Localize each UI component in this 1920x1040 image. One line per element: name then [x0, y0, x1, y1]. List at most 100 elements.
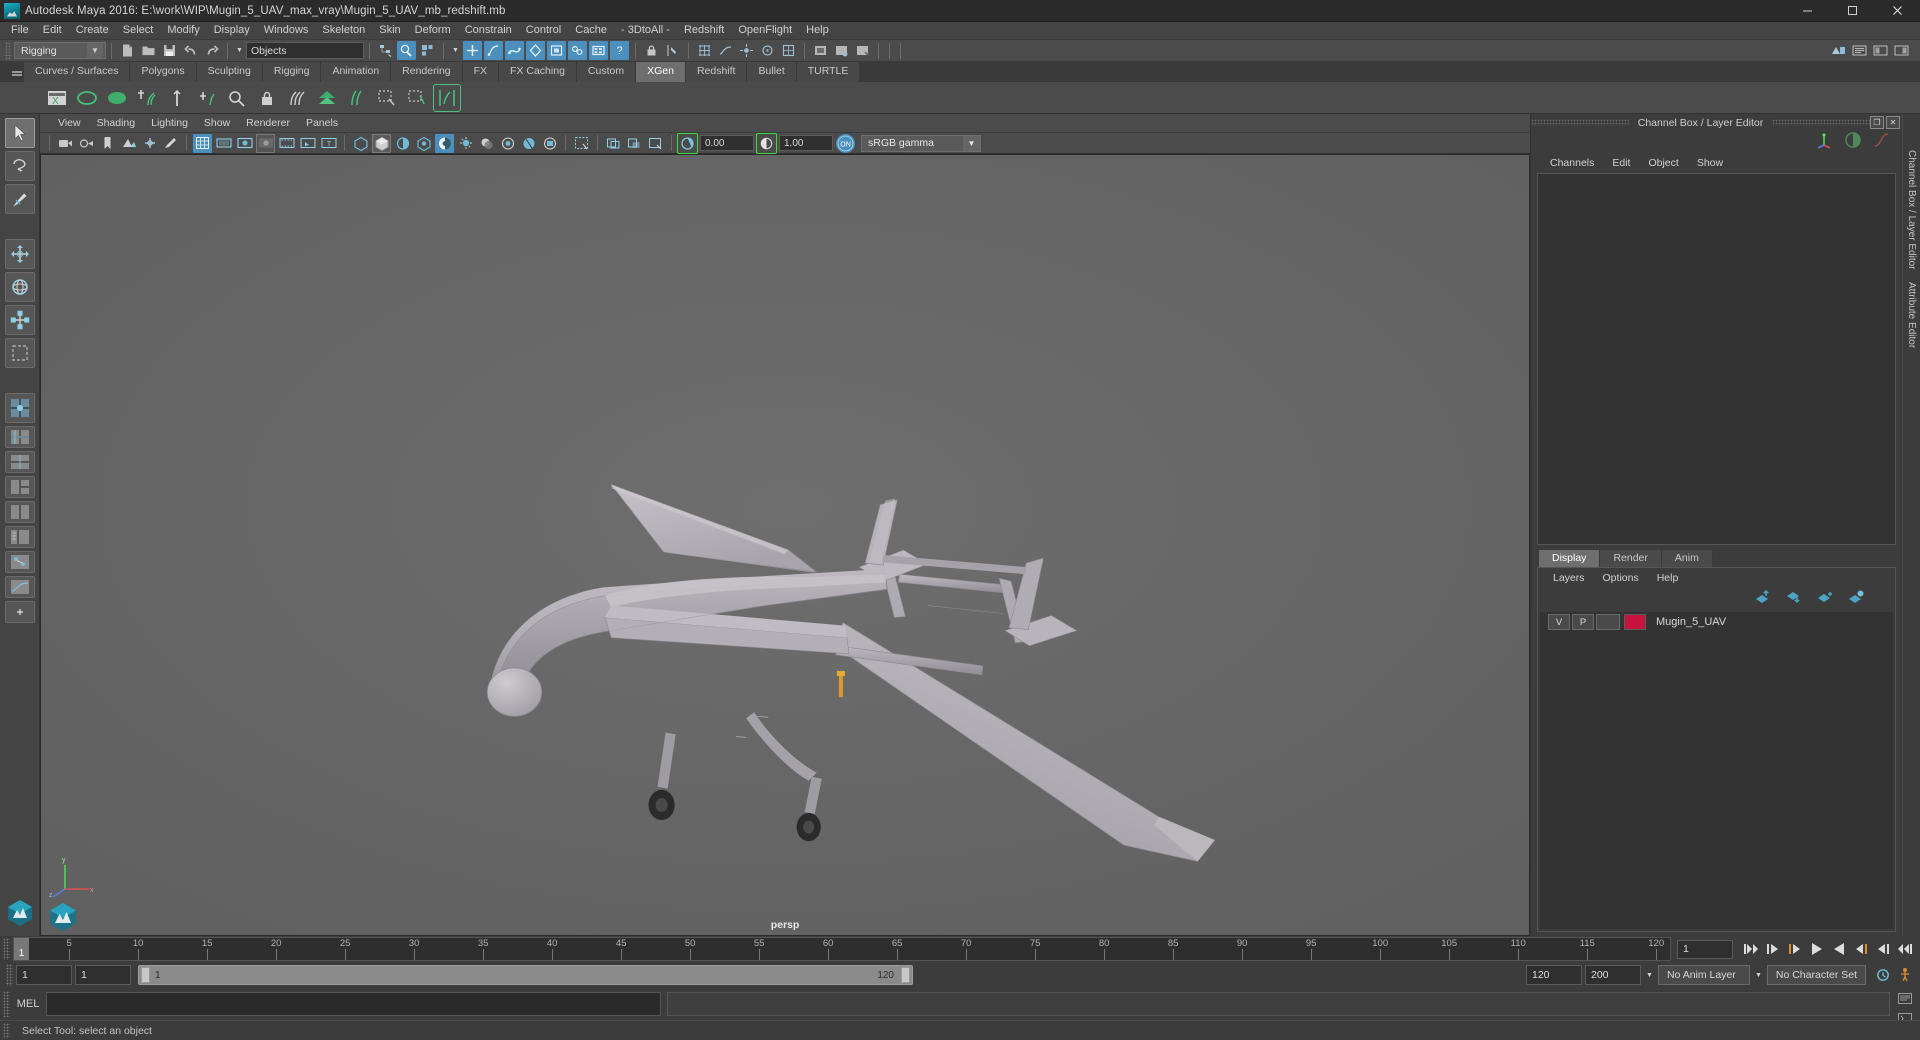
shelf-tab-custom[interactable]: Custom — [576, 62, 637, 82]
xgen-add-hair-icon[interactable] — [134, 85, 160, 111]
command-input[interactable] — [46, 992, 661, 1016]
step-forward-keyframe-button[interactable] — [1873, 940, 1892, 959]
render-current-frame-icon[interactable] — [811, 41, 830, 60]
wireframe-shading-icon[interactable] — [351, 134, 370, 153]
menu-modify[interactable]: Modify — [160, 22, 206, 39]
step-forward-frame-button[interactable] — [1851, 940, 1870, 959]
shelf-tab-polygons[interactable]: Polygons — [130, 62, 197, 82]
deformation-mask-icon[interactable] — [525, 41, 545, 60]
select-by-component-type-icon[interactable] — [418, 41, 437, 60]
go-to-end-button[interactable] — [1895, 940, 1914, 959]
layer-tab-anim[interactable]: Anim — [1661, 550, 1713, 567]
help-line-grip[interactable] — [3, 1022, 10, 1039]
menu-redshift[interactable]: Redshift — [677, 22, 731, 39]
curve-mask-icon[interactable] — [483, 41, 503, 60]
step-back-keyframe-button[interactable] — [1763, 940, 1782, 959]
layer-shading-toggle[interactable] — [1596, 614, 1620, 630]
viewport-menu-shading[interactable]: Shading — [89, 116, 144, 130]
layout-two-split-button[interactable] — [4, 451, 35, 473]
xgen-sculpt-guide-icon[interactable] — [224, 85, 250, 111]
snap-point-icon[interactable] — [737, 41, 756, 60]
layer-tab-render[interactable]: Render — [1600, 550, 1662, 567]
move-tool-button[interactable] — [4, 239, 35, 269]
xgen-guide-icon[interactable] — [164, 85, 190, 111]
shelf-tab-fx-caching[interactable]: FX Caching — [499, 62, 577, 82]
maya-help-logo-icon[interactable] — [3, 896, 37, 930]
current-time-indicator[interactable]: 1 — [14, 938, 29, 960]
bookmark-icon[interactable] — [98, 134, 117, 153]
snap-curve-icon[interactable] — [716, 41, 735, 60]
dynamics-mask-icon[interactable] — [546, 41, 566, 60]
highlight-selection-icon[interactable] — [663, 41, 682, 60]
layer-tab-display[interactable]: Display — [1539, 550, 1601, 567]
misc-mask-icon[interactable] — [588, 41, 608, 60]
menu-help[interactable]: Help — [799, 22, 836, 39]
use-all-lights-icon[interactable] — [456, 134, 475, 153]
xgen-comb-icon[interactable] — [284, 85, 310, 111]
selection-mask-chevron-icon[interactable]: ▼ — [236, 47, 243, 54]
anim-layer-dropdown[interactable]: No Anim Layer — [1657, 965, 1750, 985]
character-set-dropdown[interactable]: No Character Set — [1766, 965, 1866, 985]
selection-mask-input[interactable] — [245, 42, 364, 59]
menu-select[interactable]: Select — [116, 22, 161, 39]
open-scene-icon[interactable] — [139, 41, 158, 60]
menu-cache[interactable]: Cache — [568, 22, 614, 39]
current-frame-field[interactable] — [1677, 939, 1733, 959]
layout-hypergraph-persp-button[interactable] — [4, 551, 35, 573]
menu-skin[interactable]: Skin — [372, 22, 407, 39]
range-end-handle[interactable] — [901, 967, 910, 983]
toggle-resolution-gate-icon[interactable] — [235, 134, 254, 153]
channel-box-list[interactable] — [1537, 173, 1896, 545]
show-hide-channel-box-icon[interactable] — [1892, 41, 1911, 60]
speed-toggle-icon[interactable] — [1844, 131, 1862, 154]
move-layer-up-icon[interactable] — [1755, 589, 1772, 609]
xgen-clump-icon[interactable] — [344, 85, 370, 111]
menu-constrain[interactable]: Constrain — [458, 22, 519, 39]
motion-blur-icon[interactable] — [519, 134, 538, 153]
status-line-grip[interactable] — [5, 41, 11, 60]
manipulator-axis-icon[interactable] — [1814, 131, 1834, 154]
xray-joints-icon[interactable] — [625, 134, 644, 153]
viewport-menu-view[interactable]: View — [50, 116, 89, 130]
snap-view-plane-icon[interactable] — [779, 41, 798, 60]
exposure-icon[interactable] — [677, 132, 698, 154]
command-language-label[interactable]: MEL — [10, 998, 46, 1010]
xgen-preview-icon[interactable] — [433, 83, 461, 112]
more-layouts-button[interactable] — [4, 601, 35, 623]
layer-menu-help[interactable]: Help — [1648, 571, 1688, 585]
menu-deform[interactable]: Deform — [408, 22, 458, 39]
shelf-tab-curves-surfaces[interactable]: Curves / Surfaces — [24, 62, 131, 82]
menu-openflight[interactable]: OpenFlight — [731, 22, 799, 39]
image-plane-icon[interactable] — [119, 134, 138, 153]
shadows-icon[interactable] — [477, 134, 496, 153]
xray-active-components-icon[interactable] — [646, 134, 665, 153]
channelbox-menu-show[interactable]: Show — [1688, 156, 1732, 170]
grease-pencil-icon[interactable] — [161, 134, 180, 153]
open-script-editor-icon[interactable] — [1898, 991, 1912, 1009]
isolate-select-icon[interactable] — [572, 134, 591, 153]
camera-attributes-icon[interactable] — [77, 134, 96, 153]
time-slider[interactable]: 1 5 10 15 20 25 30 35 40 45 50 55 60 65 70 75 80 85 90 95 1… — [13, 937, 1671, 961]
time-slider-grip[interactable] — [3, 938, 10, 960]
gamma-icon[interactable] — [756, 132, 777, 154]
move-layer-down-icon[interactable] — [1786, 590, 1803, 609]
layout-four-view-button[interactable] — [4, 426, 35, 448]
show-hide-tool-settings-icon[interactable] — [1871, 41, 1890, 60]
help-mask-icon[interactable]: ? — [609, 41, 629, 60]
shelf-tab-rigging[interactable]: Rigging — [262, 62, 322, 82]
animation-end-field[interactable] — [1585, 965, 1641, 985]
command-line-grip[interactable] — [3, 991, 10, 1017]
lasso-tool-button[interactable] — [4, 151, 35, 181]
menu-control[interactable]: Control — [519, 22, 568, 39]
viewport-menu-renderer[interactable]: Renderer — [238, 116, 298, 130]
play-forwards-button[interactable] — [1829, 940, 1848, 959]
shelf-tab-animation[interactable]: Animation — [321, 62, 392, 82]
perspective-viewport[interactable]: y x z persp — [40, 154, 1530, 936]
vertical-tab-attribute-editor[interactable]: Attribute Editor — [1906, 276, 1917, 354]
shelf-tab-sculpting[interactable]: Sculpting — [196, 62, 263, 82]
step-back-frame-button[interactable] — [1785, 940, 1804, 959]
scale-tool-button[interactable] — [4, 305, 35, 335]
color-profile-dropdown[interactable]: sRGB gamma ▼ — [861, 134, 981, 152]
smooth-shade-all-icon[interactable] — [372, 133, 391, 153]
handle-mask-icon[interactable] — [462, 41, 482, 60]
